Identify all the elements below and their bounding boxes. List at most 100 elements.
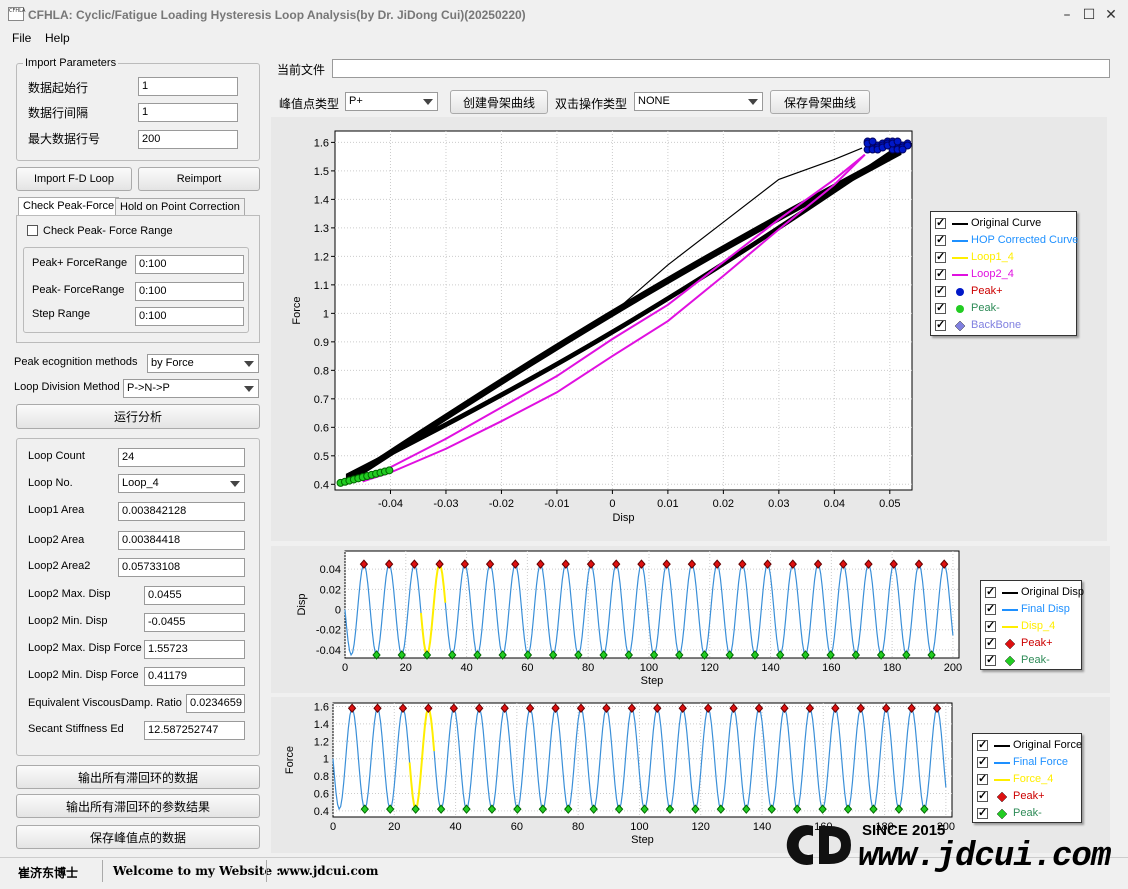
status-separator: [266, 860, 267, 882]
y-tick-label: 0.8: [314, 771, 329, 783]
legend-swatch-icon: [1002, 626, 1018, 628]
legend-checkbox[interactable]: [977, 772, 988, 785]
x-axis-label: Step: [641, 675, 664, 687]
y-tick-label: 0.6: [314, 789, 329, 801]
x-tick-label: 60: [521, 662, 533, 674]
legend-swatch-icon: [954, 320, 966, 332]
legend-swatch-icon: [996, 791, 1008, 803]
legend-swatch-icon: [994, 745, 1010, 747]
x-tick-label: 100: [640, 662, 658, 674]
legend-swatch-icon: [956, 305, 964, 313]
legend-label: Final Disp: [1021, 603, 1070, 615]
legend-checkbox[interactable]: [935, 216, 946, 229]
legend-checkbox[interactable]: [935, 267, 946, 280]
y-axis-label: Disp: [296, 593, 308, 615]
disp-chart: 0 20 40 60 80 100 120 140 160 180 2000.040.020-0.0…: [296, 550, 962, 687]
legend-checkbox[interactable]: [977, 789, 988, 802]
legend-checkbox[interactable]: [977, 806, 988, 819]
y-tick-label: 1.5: [314, 166, 329, 178]
website-link[interactable]: www.jdcui.com: [279, 864, 378, 878]
legend-checkbox[interactable]: [985, 619, 996, 632]
y-tick-label: 0.7: [314, 394, 329, 406]
status-separator: [102, 860, 103, 882]
y-tick-label: 0.02: [320, 584, 341, 596]
y-tick-label: 1.3: [314, 223, 329, 235]
y-tick-label: 0.8: [314, 365, 329, 377]
y-tick-label: 1.2: [314, 251, 329, 263]
legend-checkbox[interactable]: [935, 233, 946, 246]
y-tick-label: 0: [335, 605, 341, 617]
legend-checkbox[interactable]: [977, 755, 988, 768]
y-axis-label: Force: [284, 746, 296, 774]
x-tick-label: 80: [572, 821, 584, 833]
swatch-dot: [956, 305, 964, 313]
legend-checkbox[interactable]: [935, 318, 946, 331]
y-tick-label: 1.2: [314, 736, 329, 748]
y-tick-label: -0.02: [316, 625, 341, 637]
legend-label: Peak+: [971, 285, 1003, 297]
x-tick-label: 40: [460, 662, 472, 674]
legend-label: Peak-: [1013, 807, 1042, 819]
watermark-url: www.jdcui.com: [858, 838, 1111, 876]
legend-checkbox[interactable]: [935, 301, 946, 314]
legend-swatch-icon: [1002, 592, 1018, 594]
legend-checkbox[interactable]: [985, 653, 996, 666]
legend-label: Loop2_4: [971, 268, 1014, 280]
x-tick-label: 120: [692, 821, 710, 833]
force-legend: Original Force Final Force Force_4 Peak+ Pea…: [972, 733, 1082, 823]
legend-swatch-icon: [952, 274, 968, 276]
y-tick-label: 1.6: [314, 137, 329, 149]
x-tick-label: 20: [388, 821, 400, 833]
legend-swatch-icon: [952, 240, 968, 242]
swatch-diamond: [996, 791, 1008, 803]
legend-label: Peak+: [1013, 790, 1045, 802]
x-tick-label: 20: [400, 662, 412, 674]
y-tick-label: 1.6: [314, 701, 329, 713]
hysteresis-chart: -0.04 -0.03 -0.02 -0.01 0 0.01 0.02 0.03 0.04 0.0…: [291, 130, 913, 524]
y-tick-label: 1.4: [314, 719, 329, 731]
peak-plus-point: [868, 137, 877, 146]
x-tick-label: 0.03: [768, 498, 789, 510]
y-tick-label: 0.6: [314, 422, 329, 434]
x-tick-label: 200: [944, 662, 962, 674]
jdcui-logo-icon: [785, 818, 855, 870]
y-tick-label: 0.04: [320, 564, 341, 576]
y-tick-label: 0.4: [314, 806, 329, 818]
x-tick-label: -0.03: [433, 498, 458, 510]
swatch-diamond: [954, 320, 966, 332]
y-tick-label: 0.5: [314, 451, 329, 463]
legend-swatch-icon: [952, 223, 968, 225]
legend-swatch-icon: [1002, 609, 1018, 611]
x-tick-label: 100: [630, 821, 648, 833]
x-tick-label: -0.02: [489, 498, 514, 510]
legend-checkbox[interactable]: [985, 636, 996, 649]
main-legend: Original Curve HOP Corrected Curve Loop1_4…: [930, 211, 1078, 336]
legend-label: Loop1_4: [971, 251, 1014, 263]
legend-label: Original Disp: [1021, 586, 1084, 598]
x-tick-label: 40: [449, 821, 461, 833]
swatch-diamond: [996, 808, 1008, 820]
peak-plus-point: [893, 137, 902, 146]
x-tick-label: 0.02: [713, 498, 734, 510]
legend-swatch-icon: [1004, 638, 1016, 650]
legend-checkbox[interactable]: [935, 250, 946, 263]
y-tick-label: 1.4: [314, 194, 329, 206]
legend-checkbox[interactable]: [977, 738, 988, 751]
swatch-dot: [956, 288, 964, 296]
legend-checkbox[interactable]: [935, 284, 946, 297]
welcome-label: Welcome to my Website :: [113, 864, 281, 878]
y-tick-label: 1.1: [314, 280, 329, 292]
y-tick-label: 1: [323, 308, 329, 320]
y-tick-label: -0.04: [316, 645, 341, 657]
x-tick-label: 140: [753, 821, 771, 833]
legend-label: Force_4: [1013, 773, 1054, 785]
x-axis-label: Disp: [612, 512, 634, 524]
legend-swatch-icon: [994, 779, 1010, 781]
x-tick-label: 0: [609, 498, 615, 510]
legend-label: Peak+: [1021, 637, 1053, 649]
legend-checkbox[interactable]: [985, 602, 996, 615]
legend-label: Original Force: [1013, 739, 1083, 751]
legend-swatch-icon: [994, 762, 1010, 764]
charts-svg: -0.04 -0.03 -0.02 -0.01 0 0.01 0.02 0.03 0.04 0.0…: [284, 130, 962, 846]
legend-checkbox[interactable]: [985, 585, 996, 598]
